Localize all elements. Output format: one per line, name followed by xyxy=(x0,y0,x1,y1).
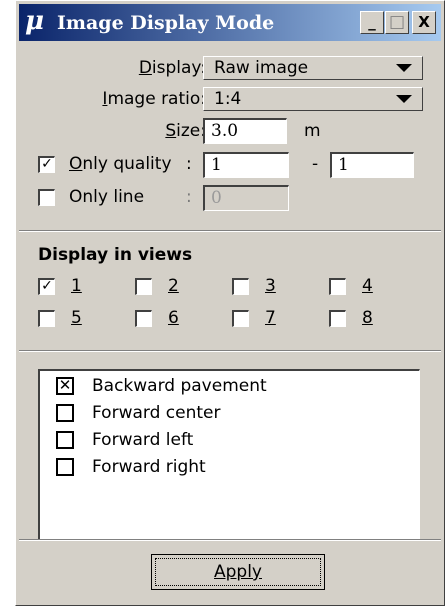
microstation-mu-icon: μ xyxy=(25,6,45,36)
view-8-checkbox[interactable] xyxy=(329,310,346,327)
checkbox-icon xyxy=(56,431,74,449)
image-ratio-value: 1:4 xyxy=(214,89,242,109)
title-bar[interactable]: μ Image Display Mode _ □ X xyxy=(19,4,441,41)
minimize-button[interactable]: _ xyxy=(360,11,384,34)
list-item-label: Backward pavement xyxy=(92,376,267,396)
view-3-checkbox[interactable] xyxy=(232,278,249,295)
view-6-label: 6 xyxy=(168,308,179,328)
list-item-label: Forward right xyxy=(92,457,206,477)
display-label: Display: xyxy=(138,58,206,78)
close-button[interactable]: X xyxy=(412,11,436,34)
display-in-views-heading: Display in views xyxy=(38,245,193,265)
quality-from-input[interactable]: 1 xyxy=(203,152,289,178)
view-4-checkbox[interactable] xyxy=(329,278,346,295)
list-item-label: Forward center xyxy=(92,403,221,423)
only-line-checkbox[interactable] xyxy=(38,189,55,206)
view-5-label: 5 xyxy=(71,308,82,328)
view-2-checkbox[interactable] xyxy=(135,278,152,295)
window-title: Image Display Mode xyxy=(57,12,275,34)
quality-dash: - xyxy=(312,154,319,174)
view-1-checkbox[interactable]: ✓ xyxy=(38,278,55,295)
view-7-label: 7 xyxy=(265,308,276,328)
maximize-button[interactable]: □ xyxy=(385,11,409,34)
checked-box-icon: ✕ xyxy=(56,377,74,395)
checkbox-icon xyxy=(56,458,74,476)
view-6-checkbox[interactable] xyxy=(135,310,152,327)
display-value: Raw image xyxy=(214,58,309,78)
view-7-checkbox[interactable] xyxy=(232,310,249,327)
view-8-label: 8 xyxy=(362,308,373,328)
view-4-label: 4 xyxy=(362,276,373,296)
size-unit: m xyxy=(304,121,321,141)
chevron-down-icon xyxy=(396,95,412,103)
view-2-label: 2 xyxy=(168,276,179,296)
view-3-label: 3 xyxy=(265,276,276,296)
separator xyxy=(19,350,441,352)
view-5-checkbox[interactable] xyxy=(38,310,55,327)
image-source-list: ✕ Backward pavement Forward center Forwa… xyxy=(38,369,420,541)
separator xyxy=(19,539,441,541)
only-line-input: 0 xyxy=(203,185,289,211)
image-ratio-label: Image ratio: xyxy=(102,89,206,109)
only-line-colon: : xyxy=(186,187,192,207)
image-ratio-combo[interactable]: 1:4 xyxy=(203,87,423,111)
apply-button[interactable]: Apply xyxy=(151,554,325,590)
checkbox-icon xyxy=(56,404,74,422)
list-item-label: Forward left xyxy=(92,430,194,450)
quality-to-input[interactable]: 1 xyxy=(330,152,414,178)
only-quality-checkbox[interactable]: ✓ xyxy=(38,156,55,173)
size-input[interactable]: 3.0 xyxy=(203,118,287,144)
view-1-label: 1 xyxy=(71,276,82,296)
image-display-mode-window: μ Image Display Mode _ □ X Display: Raw … xyxy=(15,0,445,606)
separator xyxy=(19,230,441,232)
apply-button-label: Apply xyxy=(155,558,321,586)
only-quality-colon: : xyxy=(186,154,192,174)
display-combo[interactable]: Raw image xyxy=(203,56,423,80)
size-label: Size: xyxy=(165,121,206,141)
only-line-label: Only line xyxy=(69,187,145,207)
only-quality-label: Only quality xyxy=(69,154,172,174)
chevron-down-icon xyxy=(396,64,412,72)
